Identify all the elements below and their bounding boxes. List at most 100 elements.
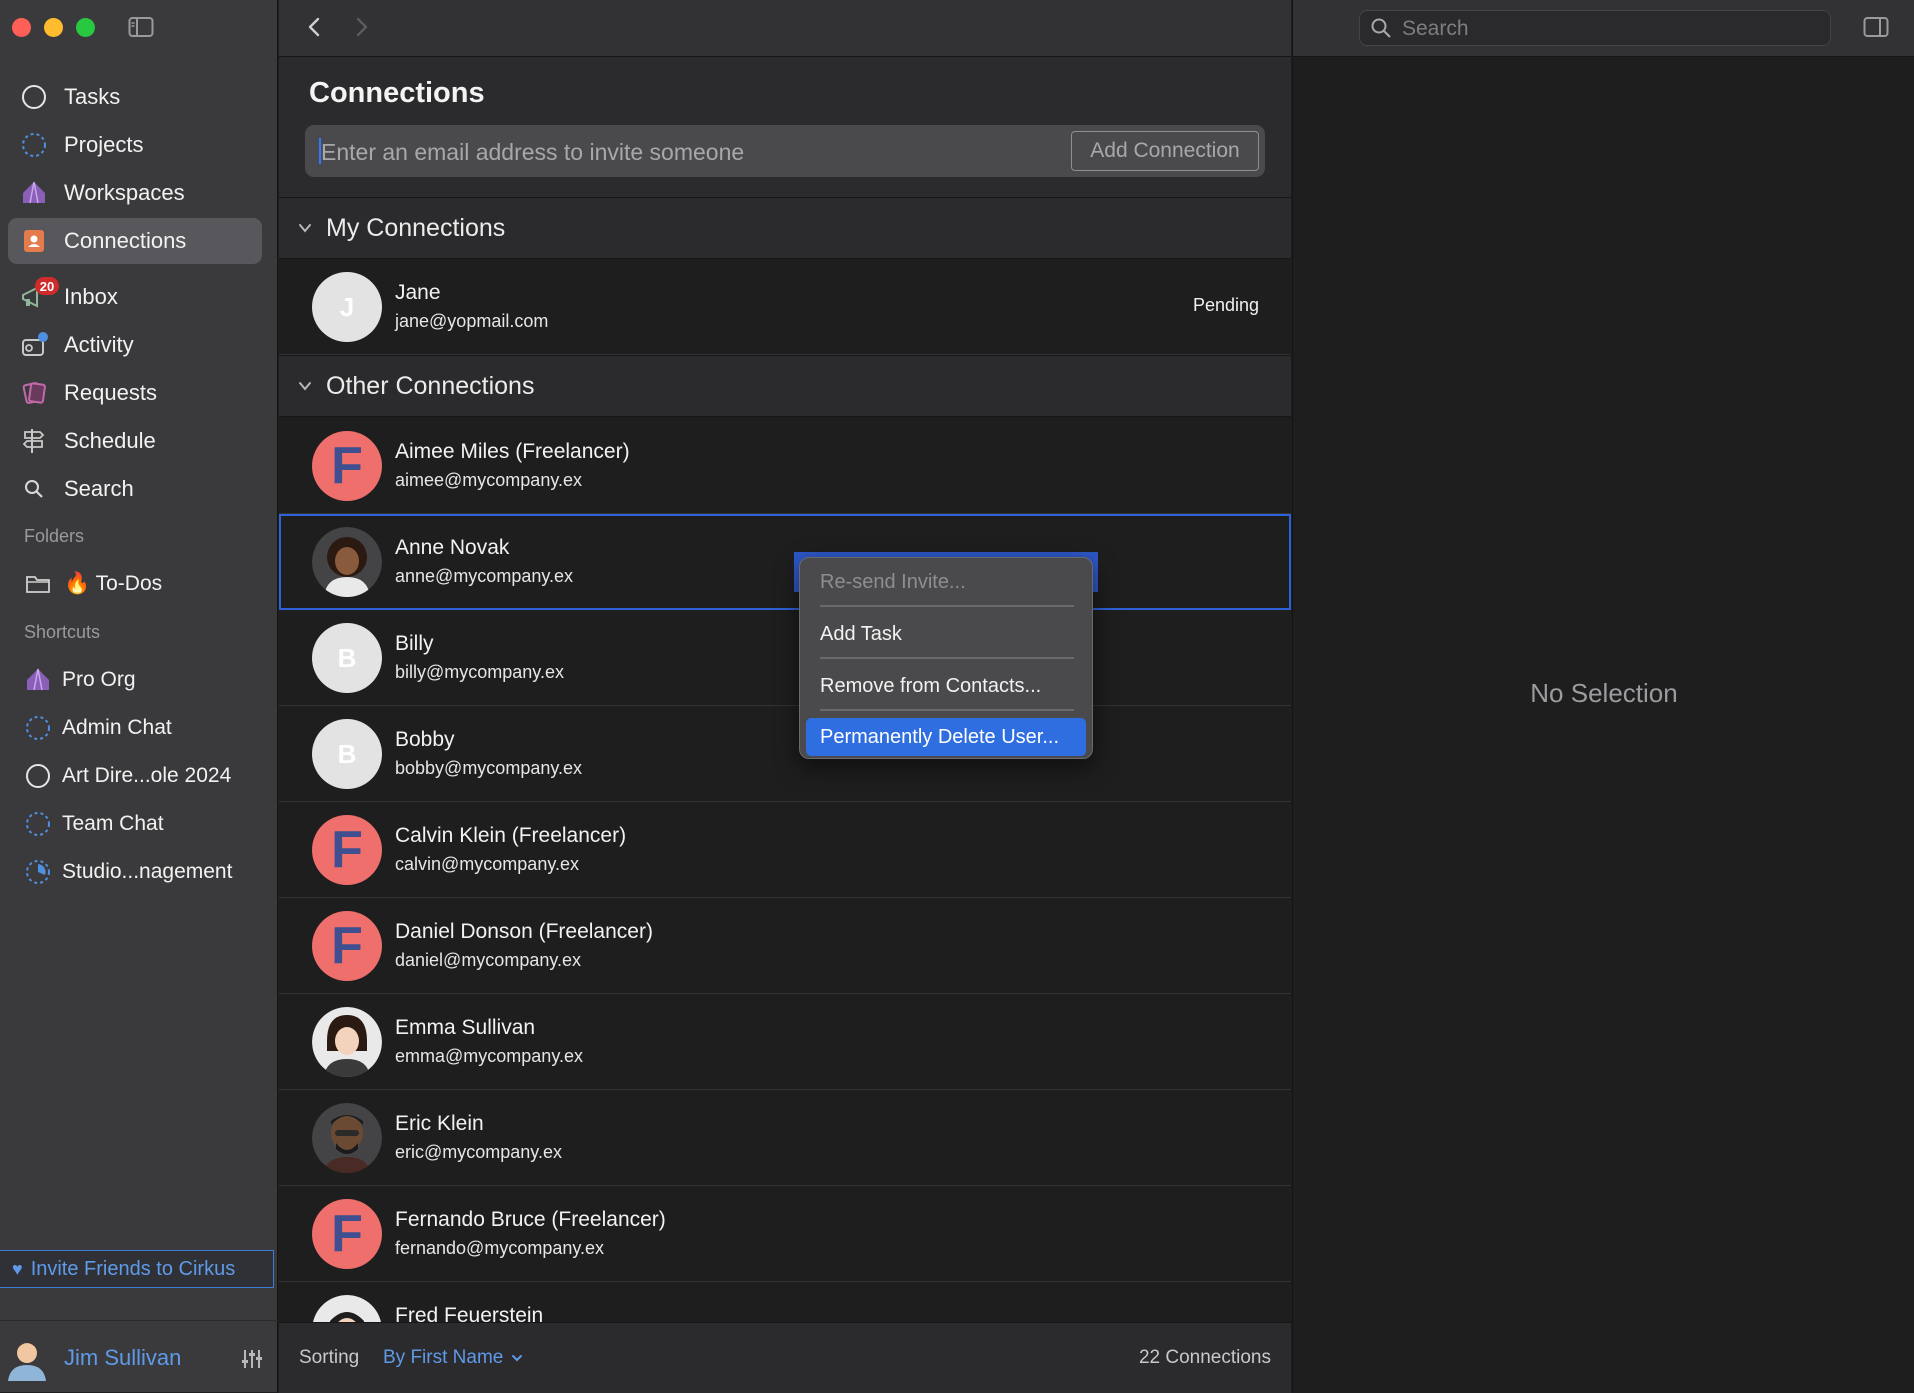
contacts-book-icon — [24, 230, 44, 252]
chevron-down-icon[interactable] — [297, 220, 313, 236]
list-item[interactable]: F Aimee Miles (Freelancer) aimee@mycompa… — [279, 418, 1291, 514]
sidebar-item-search[interactable]: Search — [8, 466, 262, 512]
freelancer-avatar: F — [312, 1199, 382, 1269]
toolbar — [279, 0, 1291, 57]
sidebar-item-projects[interactable]: Projects — [8, 122, 262, 168]
heart-icon: ♥ — [12, 1258, 23, 1279]
back-chevron-icon[interactable] — [305, 16, 325, 38]
inspector-toggle-icon[interactable] — [1863, 16, 1889, 38]
avatar[interactable] — [4, 1335, 50, 1381]
connections-count: 22 Connections — [1138, 1347, 1271, 1368]
dotted-circle-icon — [22, 133, 46, 157]
menu-separator — [820, 605, 1074, 607]
sidebar-item-label: Workspaces — [64, 180, 185, 205]
zoom-window-button[interactable] — [76, 18, 95, 37]
list-item[interactable]: B Bobby bobby@mycompany.ex — [279, 706, 1291, 802]
contact-email: calvin@mycompany.ex — [395, 854, 579, 874]
shortcut-art-direction[interactable]: Art Dire...ole 2024 — [20, 756, 260, 796]
invite-friends-button[interactable]: ♥ Invite Friends to Cirkus — [0, 1250, 274, 1288]
freelancer-avatar: F — [312, 815, 382, 885]
settings-sliders-icon[interactable] — [240, 1347, 264, 1371]
forward-chevron-icon[interactable] — [351, 16, 371, 38]
search-icon — [25, 480, 43, 498]
list-item[interactable]: B Billy billy@mycompany.ex — [279, 610, 1291, 706]
sidebar-item-workspaces[interactable]: Workspaces — [8, 170, 262, 216]
shortcut-label: Pro Org — [62, 668, 136, 691]
sidebar-toggle-icon[interactable] — [128, 16, 154, 38]
contact-email: jane@yopmail.com — [395, 311, 549, 331]
chevron-down-icon — [512, 1355, 523, 1362]
user-name[interactable]: Jim Sullivan — [64, 1345, 181, 1371]
circle-icon — [26, 764, 50, 788]
list-item[interactable]: F Daniel Donson (Freelancer) daniel@myco… — [279, 898, 1291, 994]
list-item[interactable]: Eric Klein eric@mycompany.ex — [279, 1090, 1291, 1186]
freelancer-avatar: F — [312, 911, 382, 981]
chevron-down-icon[interactable] — [297, 378, 313, 394]
requests-cards-icon — [22, 382, 46, 404]
sidebar-item-requests[interactable]: Requests — [8, 370, 262, 416]
menu-separator — [820, 709, 1074, 711]
inbox-badge: 20 — [35, 277, 59, 295]
sidebar-item-label: Activity — [64, 332, 134, 357]
contact-name: Fernando Bruce (Freelancer) — [395, 1208, 666, 1231]
contact-name: Eric Klein — [395, 1112, 484, 1135]
avatar — [312, 527, 382, 597]
list-item[interactable]: Emma Sullivan emma@mycompany.ex — [279, 994, 1291, 1090]
sidebar-item-label: Search — [64, 476, 134, 501]
shortcut-label: Art Dire...ole 2024 — [62, 764, 232, 787]
minimize-window-button[interactable] — [44, 18, 63, 37]
menu-item-permanently-delete-user[interactable]: Permanently Delete User... — [806, 718, 1086, 756]
sidebar: Tasks Projects Workspaces Connections 20… — [0, 0, 278, 1392]
sidebar-item-connections[interactable]: Connections — [8, 218, 262, 264]
contact-email: aimee@mycompany.ex — [395, 470, 583, 490]
list-item[interactable]: F Fernando Bruce (Freelancer) fernando@m… — [279, 1186, 1291, 1282]
search-input[interactable] — [1400, 11, 1824, 47]
empty-state-text: No Selection — [1530, 678, 1678, 708]
shortcut-team-chat[interactable]: Team Chat — [20, 804, 260, 844]
menu-item-resend-invite: Re-send Invite... — [820, 570, 966, 593]
add-connection-button[interactable]: Add Connection — [1071, 131, 1259, 171]
contact-name: Daniel Donson (Freelancer) — [395, 920, 653, 943]
folder-item-todos[interactable]: 🔥 To-Dos — [20, 564, 260, 604]
sidebar-item-inbox[interactable]: 20 Inbox — [8, 274, 262, 320]
circus-tent-icon — [27, 668, 49, 691]
menu-item-add-task[interactable]: Add Task — [806, 615, 1086, 653]
close-window-button[interactable] — [12, 18, 31, 37]
contact-email: eric@mycompany.ex — [395, 1142, 562, 1162]
invite-email-input[interactable] — [319, 125, 1003, 179]
signpost-icon — [22, 429, 45, 453]
sidebar-item-schedule[interactable]: Schedule — [8, 418, 262, 464]
sorting-dropdown[interactable]: By First Name — [383, 1347, 523, 1369]
shortcut-pro-org[interactable]: Pro Org — [20, 660, 260, 700]
list-item[interactable]: F Calvin Klein (Freelancer) calvin@mycom… — [279, 802, 1291, 898]
user-bar: Jim Sullivan — [0, 1320, 278, 1393]
contact-email: daniel@mycompany.ex — [395, 950, 582, 970]
sidebar-item-activity[interactable]: Activity — [8, 322, 262, 368]
freelancer-avatar: F — [312, 431, 382, 501]
shortcut-label: Admin Chat — [62, 716, 172, 739]
list-item-selected[interactable]: Anne Novak anne@mycompany.ex — [279, 514, 1291, 610]
my-connections-header[interactable]: My Connections — [279, 197, 1291, 259]
other-connections-header[interactable]: Other Connections — [279, 355, 1291, 417]
sidebar-item-label: Tasks — [64, 84, 121, 109]
search-field[interactable] — [1359, 10, 1831, 47]
sidebar-item-label: Inbox — [64, 284, 118, 309]
sidebar-item-tasks[interactable]: Tasks — [8, 74, 262, 120]
search-icon — [1371, 18, 1391, 38]
detail-toolbar — [1293, 0, 1914, 57]
shortcut-admin-chat[interactable]: Admin Chat — [20, 708, 260, 748]
contact-name: Jane — [395, 281, 441, 304]
circle-icon — [22, 85, 46, 109]
contact-name: Billy — [395, 632, 434, 655]
list-item[interactable]: J Jane jane@yopmail.com Pending — [279, 259, 1291, 355]
shortcut-studio-management[interactable]: Studio...nagement — [20, 852, 260, 892]
folder-icon — [26, 576, 50, 593]
invite-email-field[interactable]: Add Connection — [305, 125, 1265, 179]
sidebar-item-label: Requests — [64, 380, 157, 405]
menu-item-remove-from-contacts[interactable]: Remove from Contacts... — [806, 667, 1086, 705]
avatar — [312, 1103, 382, 1173]
contact-email: bobby@mycompany.ex — [395, 758, 583, 778]
context-menu: Re-send Invite... Add Task Remove from C… — [799, 557, 1093, 759]
progress-circle-icon — [26, 860, 50, 884]
sidebar-item-label: Projects — [64, 132, 144, 157]
